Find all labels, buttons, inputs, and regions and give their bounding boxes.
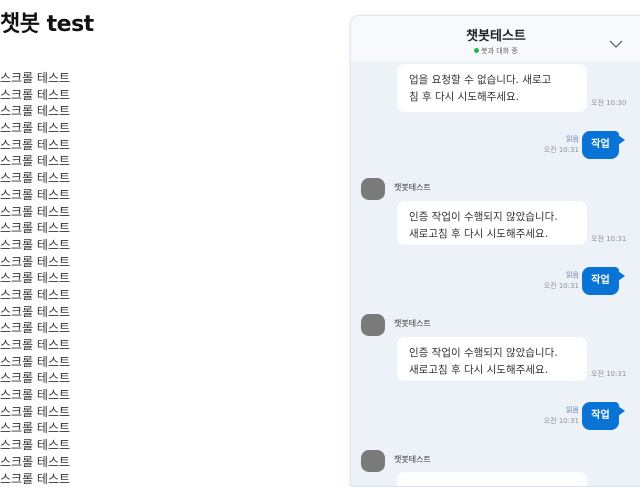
scroll-test-line: 스크롤 테스트 xyxy=(0,120,300,137)
chat-header: 챗봇테스트 봇과 대화 중 xyxy=(351,16,640,61)
read-receipt: 읽음 xyxy=(531,405,579,416)
message-timestamp: 오전 10:31 xyxy=(531,281,579,292)
bot-name: 챗봇테스트 xyxy=(394,454,431,465)
message-timestamp: 오전 10:31 xyxy=(531,416,579,427)
chat-status-text: 봇과 대화 중 xyxy=(481,47,518,55)
scroll-test-line: 스크롤 테스트 xyxy=(0,320,300,337)
scroll-test-line: 스크롤 테스트 xyxy=(0,471,300,487)
scroll-test-line: 스크롤 테스트 xyxy=(0,153,300,170)
user-message-bubble: 작업 xyxy=(582,131,619,159)
chat-title: 챗봇테스트 xyxy=(351,25,640,44)
scroll-test-line: 스크롤 테스트 xyxy=(0,254,300,271)
bot-message-text: 인증 작업이 수행되지 않았습니다. 새로고침 후 다시 시도해주세요. xyxy=(409,345,575,379)
chatbot-widget: 업을 요청할 수 없습니다. 새로고 침 후 다시 시도해주세요. 오전 10:3… xyxy=(350,15,640,487)
scroll-test-line: 스크롤 테스트 xyxy=(0,137,300,154)
message-timestamp: 오전 10:31 xyxy=(591,234,626,244)
scroll-test-line: 스크롤 테스트 xyxy=(0,370,300,387)
scroll-test-line: 스크롤 테스트 xyxy=(0,237,300,254)
online-status-dot xyxy=(474,48,479,53)
scroll-test-line: 스크롤 테스트 xyxy=(0,87,300,104)
page-title: 챗봇 test xyxy=(0,6,94,38)
scroll-test-line: 스크롤 테스트 xyxy=(0,437,300,454)
bot-avatar xyxy=(361,314,385,336)
bot-name: 챗봇테스트 xyxy=(394,318,431,329)
scroll-test-line: 스크롤 테스트 xyxy=(0,187,300,204)
scroll-test-line: 스크롤 테스트 xyxy=(0,454,300,471)
message-timestamp: 오전 10:30 xyxy=(591,98,626,108)
scroll-test-line: 스크롤 테스트 xyxy=(0,287,300,304)
bot-message-bubble: 업을 요청할 수 없습니다. 새로고 침 후 다시 시도해주세요. xyxy=(397,64,587,112)
bot-message-text: 인증 작업이 수행되지 않았습니다. 새로고침 후 다시 시도해주세요. xyxy=(409,209,575,243)
scroll-test-line: 스크롤 테스트 xyxy=(0,420,300,437)
scroll-test-line: 스크롤 테스트 xyxy=(0,404,300,421)
scroll-test-list: 스크롤 테스트스크롤 테스트스크롤 테스트스크롤 테스트스크롤 테스트스크롤 테… xyxy=(0,70,300,487)
message-list[interactable]: 업을 요청할 수 없습니다. 새로고 침 후 다시 시도해주세요. 오전 10:3… xyxy=(351,16,640,486)
scroll-test-line: 스크롤 테스트 xyxy=(0,387,300,404)
scroll-test-line: 스크롤 테스트 xyxy=(0,103,300,120)
bot-message-bubble: 인증 작업이 수행되지 않았습니다. 새로고침 후 다시 시도해주세요. xyxy=(397,201,587,245)
scroll-test-line: 스크롤 테스트 xyxy=(0,204,300,221)
scroll-test-line: 스크롤 테스트 xyxy=(0,304,300,321)
user-message-meta: 읽음오전 10:31 xyxy=(531,405,579,427)
read-receipt: 읽음 xyxy=(531,134,579,145)
scroll-test-line: 스크롤 테스트 xyxy=(0,220,300,237)
scroll-test-line: 스크롤 테스트 xyxy=(0,170,300,187)
scroll-test-line: 스크롤 테스트 xyxy=(0,70,300,87)
bot-message-text: 업을 요청할 수 없습니다. 새로고 침 후 다시 시도해주세요. xyxy=(409,72,575,106)
scroll-test-line: 스크롤 테스트 xyxy=(0,337,300,354)
user-message-bubble: 작업 xyxy=(582,267,619,295)
bot-name: 챗봇테스트 xyxy=(394,182,431,193)
bot-avatar xyxy=(361,450,385,472)
bot-avatar xyxy=(361,178,385,200)
message-timestamp: 오전 10:31 xyxy=(591,369,626,379)
read-receipt: 읽음 xyxy=(531,270,579,281)
chevron-down-icon[interactable] xyxy=(609,34,623,44)
scroll-test-line: 스크롤 테스트 xyxy=(0,354,300,371)
user-message-meta: 읽음오전 10:31 xyxy=(531,270,579,292)
message-timestamp: 오전 10:31 xyxy=(531,145,579,156)
user-message-bubble: 작업 xyxy=(582,402,619,430)
user-message-meta: 읽음오전 10:31 xyxy=(531,134,579,156)
chat-status: 봇과 대화 중 xyxy=(351,46,640,56)
scroll-test-line: 스크롤 테스트 xyxy=(0,270,300,287)
bot-message-bubble: 인증 작업이 수행되지 않았습니다. 새로고침 후 다시 시도해주세요. xyxy=(397,337,587,381)
